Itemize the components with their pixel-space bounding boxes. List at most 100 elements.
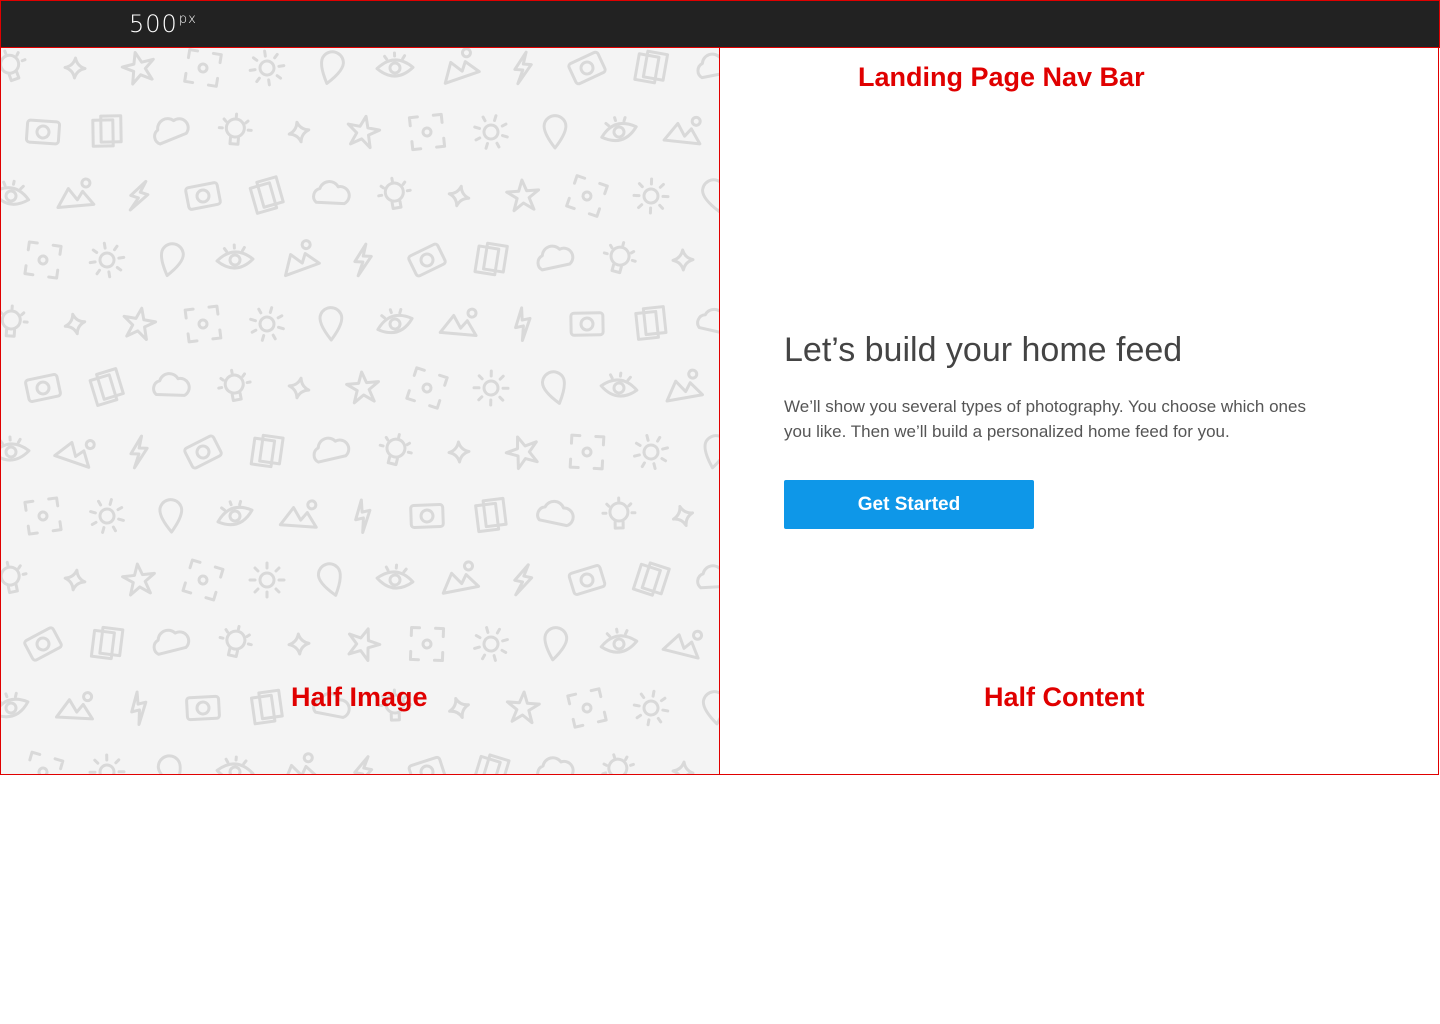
star-icon — [504, 435, 539, 471]
star-icon — [121, 562, 156, 597]
half-content-panel: Landing Page Nav Bar Let’s build your ho… — [719, 48, 1439, 775]
focus-icon — [183, 48, 223, 88]
cloud-icon — [696, 564, 719, 590]
pin-icon — [543, 626, 569, 662]
star-icon — [120, 50, 155, 86]
top-nav-bar: 500px — [0, 0, 1440, 48]
pin-icon — [703, 434, 719, 470]
cloud-icon — [696, 52, 719, 80]
camera-icon — [567, 50, 607, 86]
photo-stack-icon — [91, 114, 123, 148]
pin-icon — [542, 114, 568, 150]
eye-icon — [375, 563, 415, 590]
pin-icon — [156, 754, 182, 774]
star-icon — [505, 178, 541, 213]
photo-stack-icon — [631, 561, 671, 597]
camera-icon — [183, 434, 223, 470]
sparkle-icon — [63, 56, 87, 80]
mountain-icon — [661, 629, 704, 660]
get-started-button[interactable]: Get Started — [784, 480, 1034, 529]
pin-icon — [541, 370, 566, 405]
photo-stack-icon — [248, 175, 285, 215]
mountain-icon — [284, 239, 321, 278]
sparkle-icon — [447, 184, 471, 208]
eye-icon — [216, 499, 254, 527]
mountain-icon — [443, 48, 481, 85]
mountain-icon — [662, 115, 702, 146]
focus-icon — [408, 625, 446, 663]
cloud-icon — [153, 117, 190, 146]
sparkle-icon — [671, 248, 695, 272]
camera-icon — [407, 755, 447, 774]
sun-icon — [89, 498, 125, 534]
nav-bar-annotation: Landing Page Nav Bar — [858, 62, 1145, 92]
eye-icon — [600, 116, 638, 142]
mountain-icon — [278, 499, 318, 529]
camera-icon — [567, 564, 607, 596]
sparkle-icon — [63, 568, 87, 592]
sparkle-icon — [287, 120, 311, 144]
eye-icon — [1, 435, 31, 462]
pin-icon — [701, 690, 719, 726]
photo-stack-icon — [633, 49, 670, 85]
photo-stack-icon — [634, 305, 668, 341]
mountain-icon — [281, 752, 321, 774]
photo-stack-icon — [89, 625, 125, 661]
camera-icon — [184, 181, 222, 211]
photo-stack-icon — [249, 688, 284, 726]
cloud-icon — [536, 756, 575, 774]
lightning-icon — [353, 242, 373, 278]
lightbulb-icon — [377, 176, 412, 211]
photo-stack-icon — [473, 241, 509, 277]
cloud-icon — [152, 628, 191, 656]
sun-icon — [88, 753, 126, 774]
lightning-icon — [513, 563, 534, 597]
sparkle-icon — [448, 697, 470, 719]
sun-icon — [473, 626, 509, 662]
focus-icon — [405, 366, 449, 410]
focus-icon — [407, 112, 447, 152]
lightning-icon — [353, 755, 374, 774]
lightning-icon — [129, 434, 149, 470]
camera-icon — [409, 503, 445, 529]
focus-icon — [23, 240, 63, 280]
eye-icon — [599, 627, 639, 654]
page-description: We’ll show you several types of photogra… — [784, 397, 1306, 441]
sun-icon — [472, 369, 510, 407]
cloud-icon — [312, 180, 351, 206]
lightbulb-icon — [602, 241, 637, 275]
camera-icon — [569, 311, 605, 337]
star-icon — [122, 306, 158, 342]
doodle-pattern — [1, 48, 719, 774]
eye-icon — [599, 371, 639, 398]
sun-icon — [248, 561, 286, 599]
lightning-icon — [354, 498, 372, 534]
focus-icon — [566, 687, 608, 729]
photo-stack-icon — [249, 433, 285, 469]
focus-icon — [183, 304, 223, 344]
half-content-annotation: Half Content — [984, 682, 1145, 712]
eye-icon — [376, 307, 414, 335]
half-image-annotation: Half Image — [291, 682, 428, 712]
photo-stack-icon — [474, 496, 508, 534]
cloud-icon — [152, 372, 191, 397]
camera-icon — [24, 372, 62, 404]
mountain-icon — [665, 368, 704, 403]
lightbulb-icon — [217, 112, 253, 146]
focus-icon — [565, 174, 609, 218]
500px-logo[interactable]: 500px — [129, 10, 197, 38]
sparkle-icon — [63, 312, 87, 336]
sun-icon — [632, 177, 670, 215]
camera-icon — [24, 118, 62, 146]
lightbulb-icon — [378, 433, 413, 467]
lightbulb-icon — [1, 560, 28, 595]
lightning-icon — [514, 306, 532, 342]
mountain-icon — [55, 691, 94, 721]
pin-icon — [158, 498, 184, 534]
mountain-icon — [438, 307, 478, 338]
sparkle-icon — [671, 760, 695, 774]
eye-icon — [1, 179, 31, 206]
pin-icon — [159, 242, 185, 278]
camera-icon — [185, 694, 221, 722]
star-icon — [345, 370, 381, 405]
